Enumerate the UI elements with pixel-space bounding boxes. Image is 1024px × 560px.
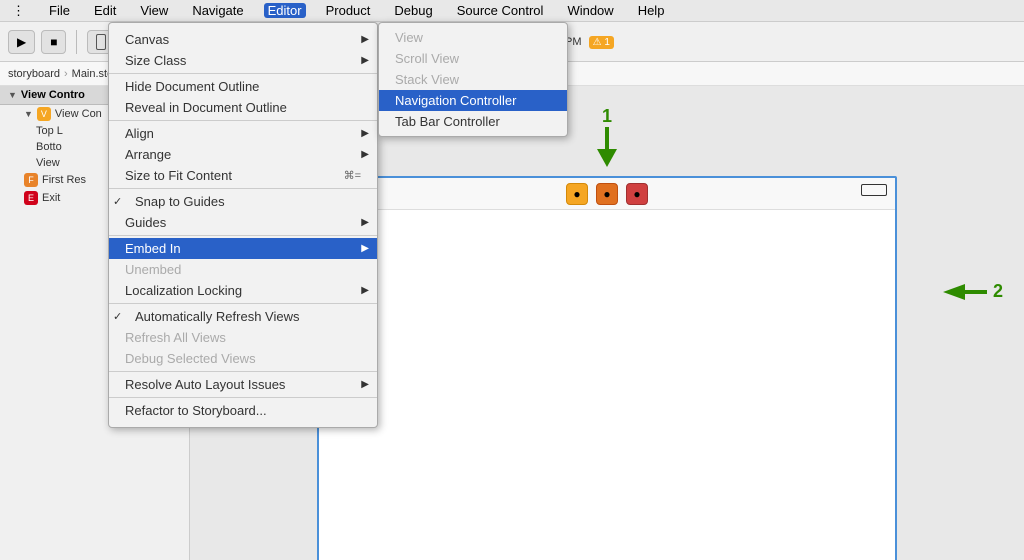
menu-edit[interactable]: Edit (90, 3, 120, 18)
checkmark-refresh-icon: ✓ (113, 310, 122, 323)
menu-section-autolayout: Resolve Auto Layout Issues ▶ (109, 372, 377, 398)
submenu-arrow-icon5: ▶ (361, 217, 369, 228)
menu-section-embed: Embed In ▶ Unembed Localization Locking … (109, 236, 377, 304)
submenu-item-view[interactable]: View (379, 27, 567, 48)
menu-item-size-fit[interactable]: Size to Fit Content ⌘= (109, 165, 377, 186)
menu-item-reveal-outline[interactable]: Reveal in Document Outline (109, 97, 377, 118)
step1-number: 1 (602, 106, 612, 127)
submenu-arrow-icon8: ▶ (361, 379, 369, 390)
menu-item-resolve-autolayout[interactable]: Resolve Auto Layout Issues ▶ (109, 374, 377, 395)
warning-badge: ⚠ 1 (589, 36, 614, 49)
submenu-item-scroll-view[interactable]: Scroll View (379, 48, 567, 69)
phone-toolbar: ● ● ● (319, 178, 895, 210)
submenu-item-stack-view[interactable]: Stack View (379, 69, 567, 90)
menu-item-guides[interactable]: Guides ▶ (109, 212, 377, 233)
separator (76, 30, 77, 54)
menu-item-debug-selected[interactable]: Debug Selected Views (109, 348, 377, 369)
arrow-down-icon (592, 127, 622, 167)
menu-debug[interactable]: Debug (390, 3, 436, 18)
menu-item-embed-in[interactable]: Embed In ▶ (109, 238, 377, 259)
menu-item-canvas[interactable]: Canvas ▶ (109, 29, 377, 50)
sidebar-item-exit-label: Exit (42, 192, 60, 204)
menu-item-size-class[interactable]: Size Class ▶ (109, 50, 377, 71)
menu-item-unembed[interactable]: Unembed (109, 259, 377, 280)
sidebar-item-view-label: View (36, 157, 60, 169)
step1-indicator: 1 (592, 106, 622, 167)
menu-section-guides: ✓ Snap to Guides Guides ▶ (109, 189, 377, 236)
editor-menu: Canvas ▶ Size Class ▶ Hide Document Outl… (108, 22, 378, 428)
run-button[interactable]: ▶ (8, 30, 35, 54)
sidebar-item-viewcon-label: View Con (55, 108, 102, 120)
menu-item-align[interactable]: Align ▶ (109, 123, 377, 144)
submenu-arrow-icon6: ▶ (361, 243, 369, 254)
submenu-arrow-icon4: ▶ (361, 149, 369, 160)
menu-source-control[interactable]: Source Control (453, 3, 548, 18)
submenu-arrow-icon3: ▶ (361, 128, 369, 139)
menu-item-localization[interactable]: Localization Locking ▶ (109, 280, 377, 301)
vc-orange-icon: ● (596, 183, 618, 205)
menu-item-refactor[interactable]: Refactor to Storyboard... (109, 400, 377, 421)
arrow-left-icon (937, 282, 987, 302)
shortcut-size-fit: ⌘= (344, 169, 361, 182)
menu-window[interactable]: Window (563, 3, 617, 18)
embed-in-submenu: View Scroll View Stack View Navigation C… (378, 22, 568, 137)
sidebar-item-firstres-label: First Res (42, 174, 86, 186)
menu-view[interactable]: View (136, 3, 172, 18)
menu-editor[interactable]: Editor (264, 3, 306, 18)
menu-item-hide-outline[interactable]: Hide Document Outline (109, 76, 377, 97)
sidebar-header-label: View Contro (21, 89, 85, 101)
menu-section-layout: Align ▶ Arrange ▶ Size to Fit Content ⌘= (109, 121, 377, 189)
menu-item-snap[interactable]: ✓ Snap to Guides (109, 191, 377, 212)
submenu-item-tab-bar-controller[interactable]: Tab Bar Controller (379, 111, 567, 132)
menu-section-refactor: Refactor to Storyboard... (109, 398, 377, 423)
menu-section-canvas: Canvas ▶ Size Class ▶ (109, 27, 377, 74)
breadcrumb-item-storyboard[interactable]: storyboard (8, 68, 60, 80)
viewcon-icon: V (37, 107, 51, 121)
menu-bar: ⋮ File Edit View Navigate Editor Product… (0, 0, 1024, 22)
step2-indicator: 2 (937, 281, 1003, 302)
device-icon (96, 34, 106, 50)
step2-number: 2 (993, 281, 1003, 302)
menu-section-outline: Hide Document Outline Reveal in Document… (109, 74, 377, 121)
menu-help[interactable]: Help (634, 3, 669, 18)
menu-apple[interactable]: ⋮ (8, 3, 29, 19)
sidebar-item-topl-label: Top L (36, 125, 63, 137)
menu-file[interactable]: File (45, 3, 74, 18)
menu-item-refresh-all[interactable]: Refresh All Views (109, 327, 377, 348)
battery-icon (861, 184, 887, 196)
menu-navigate[interactable]: Navigate (188, 3, 247, 18)
checkmark-icon: ✓ (113, 195, 122, 208)
submenu-arrow-icon: ▶ (361, 34, 369, 45)
stop-button[interactable]: ■ (41, 30, 66, 54)
submenu-arrow-icon2: ▶ (361, 55, 369, 66)
submenu-item-navigation-controller[interactable]: Navigation Controller (379, 90, 567, 111)
firstres-icon: F (24, 173, 38, 187)
menu-section-refresh: ✓ Automatically Refresh Views Refresh Al… (109, 304, 377, 372)
submenu-arrow-icon7: ▶ (361, 285, 369, 296)
menu-item-auto-refresh[interactable]: ✓ Automatically Refresh Views (109, 306, 377, 327)
exit-icon: E (24, 191, 38, 205)
sidebar-item-botto-label: Botto (36, 141, 62, 153)
vc-yellow-icon: ● (566, 183, 588, 205)
vc-red-icon: ● (626, 183, 648, 205)
collapse-triangle[interactable]: ▼ (8, 90, 17, 100)
menu-item-arrange[interactable]: Arrange ▶ (109, 144, 377, 165)
menu-product[interactable]: Product (322, 3, 375, 18)
phone-frame: ● ● ● (317, 176, 897, 560)
